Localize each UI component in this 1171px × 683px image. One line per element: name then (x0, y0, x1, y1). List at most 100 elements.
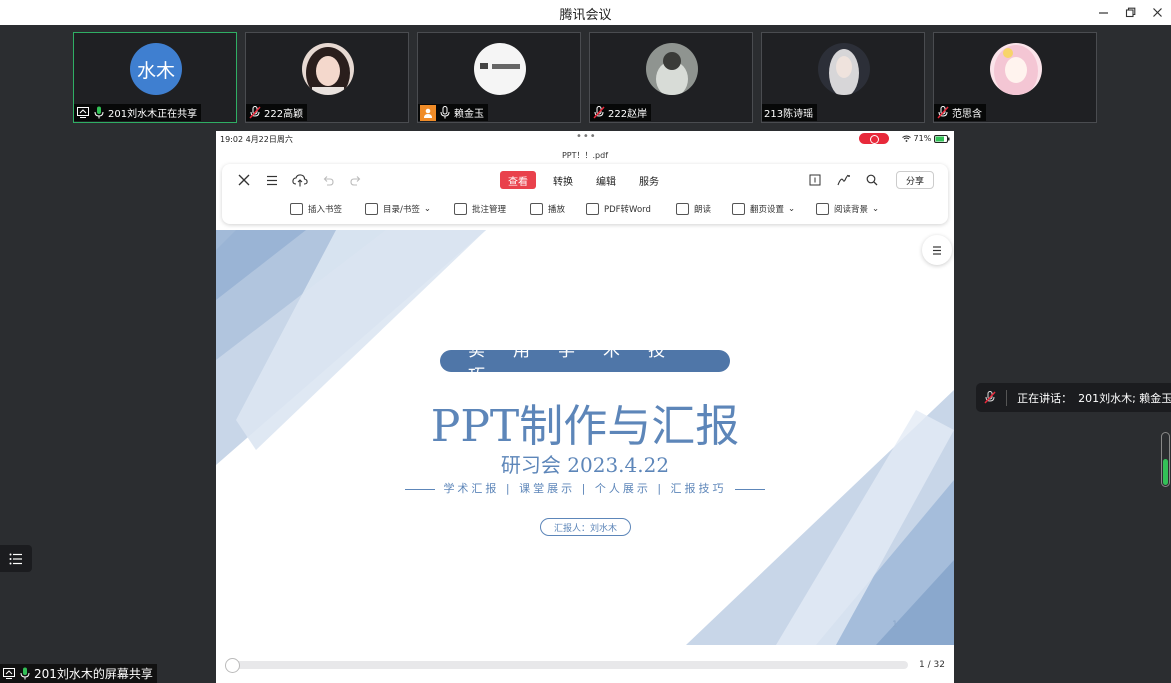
slide-title: PPT制作与汇报 (430, 401, 740, 452)
divider (405, 488, 436, 490)
avatar (646, 43, 698, 95)
participant-namebar: 213陈诗瑶 (762, 104, 818, 121)
screen-share-icon (76, 106, 90, 120)
tool-annotation-manage[interactable]: 批注管理 (454, 202, 506, 216)
shared-screen: 19:02 4月22日周六 ••• 71% PPT！！.pdf 查看 转换 编辑… (216, 131, 954, 683)
battery-status: 71% (902, 134, 950, 143)
floating-menu-button[interactable] (922, 235, 952, 265)
battery-icon (933, 134, 950, 143)
mic-muted-icon (936, 106, 950, 120)
slide-tagline: 学术汇报 | 课堂展示 | 个人展示 | 汇报技巧 (216, 480, 954, 496)
speaking-names: 201刘水木; 赖金玉; (1078, 391, 1171, 405)
page-progress-bar: 1 / 32 (216, 647, 954, 683)
participant-name: 222赵岸 (608, 109, 648, 120)
more-dots-icon: ••• (576, 131, 597, 142)
cloud-upload-icon[interactable] (292, 172, 308, 188)
volume-meter (1161, 432, 1170, 487)
slide-page-number: 1 (892, 620, 898, 630)
participant-tile-2[interactable]: 222高颖 (245, 32, 409, 123)
avatar (474, 43, 526, 95)
search-icon[interactable] (864, 172, 880, 188)
participant-namebar: 222赵岸 (590, 104, 652, 121)
mic-muted-icon[interactable] (984, 391, 996, 405)
mic-muted-icon (592, 106, 606, 120)
annotation-icon (454, 203, 467, 215)
volume-fill (1163, 459, 1168, 485)
avatar (818, 43, 870, 95)
participant-tile-3[interactable]: 赖金玉 (417, 32, 581, 123)
chevron-down-icon: ⌄ (788, 204, 796, 214)
person-badge-icon (420, 104, 436, 121)
speaking-label: 正在讲话： (1017, 391, 1073, 405)
tool-pdf-to-word[interactable]: PDF转Word (586, 202, 651, 216)
participant-namebar: 201刘水木正在共享 (74, 104, 202, 121)
status-time: 19:02 4月22日周六 (220, 135, 293, 144)
divider (1006, 389, 1008, 406)
restore-icon[interactable] (1119, 2, 1141, 22)
toc-icon (365, 203, 378, 215)
document-file-name: PPT！！.pdf (561, 151, 609, 160)
pdf-convert-icon (586, 203, 599, 215)
participant-namebar: 赖金玉 (418, 104, 488, 121)
participant-name: 222高颖 (264, 109, 304, 120)
undo-icon[interactable] (320, 172, 336, 188)
screen-share-label: 201刘水木的屏幕共享 (0, 664, 157, 683)
close-icon[interactable] (1146, 2, 1168, 22)
battery-percent: 71% (913, 134, 932, 143)
participant-tile-1[interactable]: 水木 201刘水木正在共享 (73, 32, 237, 123)
bookmark-icon (290, 203, 303, 215)
page-turn-icon (732, 203, 745, 215)
record-icon (859, 133, 889, 144)
read-aloud-icon (676, 203, 689, 215)
avatar (990, 43, 1042, 95)
share-button[interactable]: 分享 (896, 171, 934, 189)
tab-convert[interactable]: 转换 (553, 171, 573, 189)
menu-icon[interactable] (264, 172, 280, 188)
device-status-bar: 19:02 4月22日周六 ••• 71% (216, 131, 954, 147)
play-icon (530, 203, 543, 215)
page-count: 1 / 32 (919, 660, 945, 670)
participant-tile-4[interactable]: 222赵岸 (589, 32, 753, 123)
mic-on-icon (438, 106, 452, 120)
participant-tile-6[interactable]: 范思含 (933, 32, 1097, 123)
member-list-button[interactable] (0, 545, 32, 572)
participant-name: 201刘水木正在共享 (108, 109, 198, 120)
tool-insert-bookmark[interactable]: 插入书签 (290, 202, 342, 216)
background-icon (816, 203, 829, 215)
screen-share-icon (2, 667, 16, 681)
tab-edit[interactable]: 编辑 (596, 171, 616, 189)
share-owner-label: 201刘水木的屏幕共享 (34, 667, 153, 681)
chevron-down-icon: ⌄ (872, 204, 880, 214)
participant-strip: 水木 201刘水木正在共享 222高颖 赖金玉 222赵岸 213陈诗瑶 范思含 (0, 25, 1171, 131)
mic-on-icon (92, 106, 106, 120)
chevron-down-icon: ⌄ (423, 204, 431, 214)
page-view-icon[interactable] (807, 172, 823, 188)
list-icon (9, 553, 22, 564)
divider (734, 488, 765, 490)
tool-page-turn-settings[interactable]: 翻页设置 ⌄ (732, 202, 795, 216)
mic-muted-icon (248, 106, 262, 120)
tool-reading-background[interactable]: 阅读背景 ⌄ (816, 202, 879, 216)
avatar (302, 43, 354, 95)
speaking-indicator: 正在讲话： 201刘水木; 赖金玉; (976, 383, 1171, 412)
annotate-pen-icon[interactable] (836, 172, 852, 188)
tab-view[interactable]: 查看 (500, 171, 536, 189)
slide-subtitle: 研习会 2023.4.22 (500, 453, 670, 477)
wifi-icon (902, 134, 914, 143)
tool-toc-bookmark[interactable]: 目录/书签 ⌄ (365, 202, 431, 216)
slide-presenter: 汇报人：刘水木 (540, 518, 631, 536)
pdf-toolbar: 查看 转换 编辑 服务 分享 插入书签 目录/书签 ⌄ 批注管理 播放 PDF转W… (222, 164, 948, 224)
slide-tag-pill: 实用学术技巧 (440, 341, 730, 386)
pdf-slide: 实用学术技巧 PPT制作与汇报 研习会 2023.4.22 学术汇报 | 课堂展… (216, 230, 954, 645)
close-document-icon[interactable] (236, 172, 252, 188)
redo-icon[interactable] (348, 172, 364, 188)
tool-read-aloud[interactable]: 朗读 (676, 202, 711, 216)
tool-play[interactable]: 播放 (530, 202, 565, 216)
page-slider-track[interactable] (228, 661, 908, 669)
participant-tile-5[interactable]: 213陈诗瑶 (761, 32, 925, 123)
tab-service[interactable]: 服务 (639, 171, 659, 189)
page-slider-thumb[interactable] (225, 658, 240, 673)
participant-name: 赖金玉 (454, 109, 484, 120)
avatar: 水木 (130, 43, 182, 95)
minimize-icon[interactable] (1092, 2, 1114, 22)
